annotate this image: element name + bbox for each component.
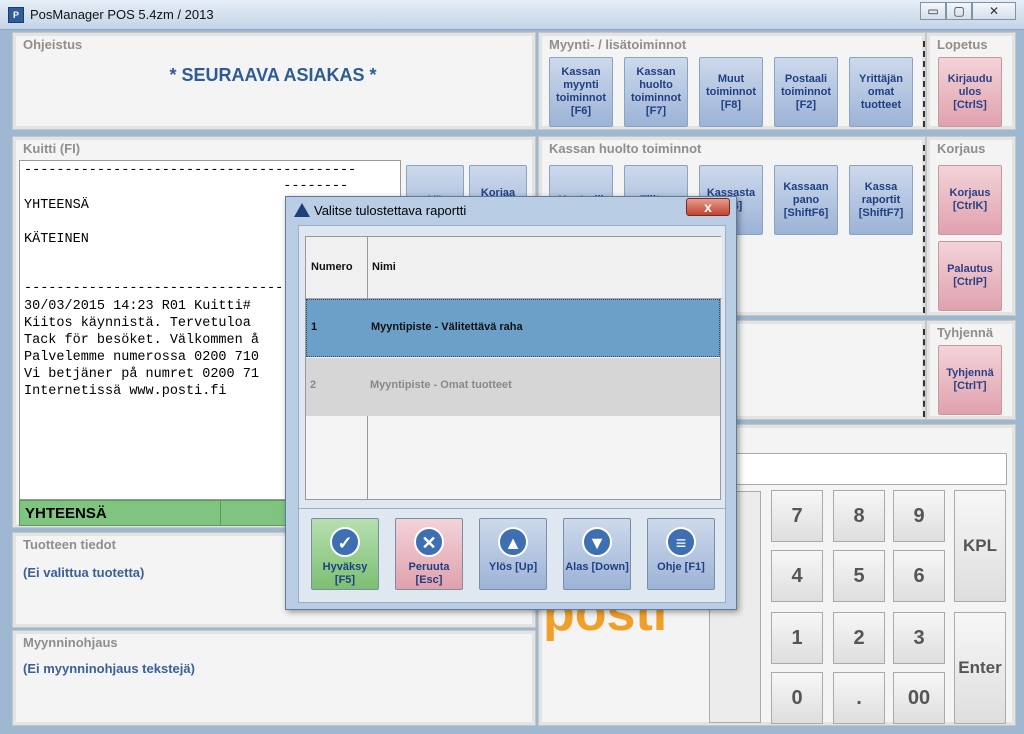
- receipt-line: Tack för besöket. Välkommen å: [24, 333, 259, 348]
- up-label: Ylös [Up]: [488, 561, 538, 573]
- logout-title: Lopetus: [937, 37, 988, 52]
- sales-title: Myynti- / lisätoiminnot: [549, 37, 687, 52]
- warning-icon: [294, 203, 310, 217]
- key-8[interactable]: 8: [833, 490, 885, 542]
- app-icon: P: [8, 7, 24, 23]
- column-divider: [367, 416, 368, 499]
- product-title: Tuotteen tiedot: [23, 537, 116, 552]
- divider: [923, 145, 925, 313]
- accept-button[interactable]: ✓ Hyväksy [F5]: [311, 518, 379, 590]
- receipt-line: ----------------------------------------…: [24, 163, 357, 178]
- clear-title: Tyhjennä: [937, 325, 994, 340]
- down-label: Alas [Down]: [565, 561, 629, 573]
- product-text: (Ei valittua tuotetta): [23, 565, 145, 580]
- own-products-button[interactable]: Yrittäjän omat tuotteet: [849, 57, 913, 127]
- logout-panel: Lopetus Kirjaudu ulos [CtrlS]: [926, 32, 1016, 130]
- divider: [923, 329, 925, 417]
- key-0[interactable]: 0: [771, 672, 823, 724]
- receipt-line: Kiitos käynnistä. Tervetuloa: [24, 316, 251, 331]
- postal-functions-button[interactable]: Postaali toiminnot [F2]: [774, 57, 838, 127]
- guide-message: * SEURAAVA ASIAKAS *: [169, 65, 377, 85]
- enter-button[interactable]: Enter: [954, 612, 1006, 724]
- column-header-name: Nimi: [372, 261, 396, 273]
- key-00[interactable]: 00: [893, 672, 945, 724]
- key-9[interactable]: 9: [893, 490, 945, 542]
- close-window-button[interactable]: ✕: [972, 2, 1016, 20]
- cancel-button[interactable]: ✕ Peruuta [Esc]: [395, 518, 463, 590]
- kpl-button[interactable]: KPL: [954, 490, 1006, 602]
- table-header: Numero Nimi: [306, 237, 722, 299]
- table-row[interactable]: 2 Myyntipiste - Omat tuotteet: [306, 358, 720, 416]
- key-2[interactable]: 2: [833, 612, 885, 664]
- receipt-line: 30/03/2015 14:23 R01 Kuitti#: [24, 299, 251, 314]
- logout-button[interactable]: Kirjaudu ulos [CtrlS]: [938, 57, 1002, 127]
- salesguide-title: Myynninohjaus: [23, 635, 118, 650]
- window-title: PosManager POS 5.4zm / 2013: [30, 7, 214, 22]
- checkmark-icon: ✓: [330, 527, 360, 557]
- row-number: 1: [311, 321, 318, 333]
- dialog-title: Valitse tulostettava raportti: [314, 203, 467, 218]
- cash-reports-button[interactable]: Kassa raportit [ShiftF7]: [849, 165, 913, 235]
- row-name: Myyntipiste - Omat tuotteet: [370, 379, 512, 391]
- report-dialog: Valitse tulostettava raportti x Numero N…: [285, 196, 737, 610]
- minimize-button[interactable]: ▭: [920, 2, 946, 20]
- help-book-icon: ≡: [666, 527, 696, 557]
- arrow-down-icon: ▼: [582, 527, 612, 557]
- accept-label: Hyväksy [F5]: [322, 561, 368, 586]
- up-button[interactable]: ▲ Ylös [Up]: [479, 518, 547, 590]
- maximize-button[interactable]: ▢: [946, 2, 972, 20]
- receipt-line: KÄTEINEN: [24, 232, 89, 247]
- key-5[interactable]: 5: [833, 550, 885, 602]
- total-label: YHTEENSÄ: [25, 505, 107, 522]
- receipt-line: Palvelemme numerossa 0200 710: [24, 350, 259, 365]
- key-1[interactable]: 1: [771, 612, 823, 664]
- sales-panel: Myynti- / lisätoiminnot Kassan myynti to…: [538, 32, 926, 130]
- down-button[interactable]: ▼ Alas [Down]: [563, 518, 631, 590]
- receipt-title: Kuitti (FI): [23, 141, 81, 156]
- other-functions-button[interactable]: Muut toiminnot [F8]: [699, 57, 763, 127]
- return-button[interactable]: Palautus [CtrlP]: [938, 241, 1002, 311]
- correction-panel: Korjaus Korjaus [CtrlK] Palautus [CtrlP]: [926, 136, 1016, 316]
- maintenance-menu-button[interactable]: Kassan huolto toiminnot [F7]: [624, 57, 688, 127]
- cash-in-button[interactable]: Kassaan pano [ShiftF6]: [774, 165, 838, 235]
- divider: [220, 501, 221, 525]
- column-header-number: Numero: [311, 261, 353, 273]
- dialog-body: Numero Nimi 1 Myyntipiste - Välitettävä …: [298, 225, 726, 603]
- dialog-close-button[interactable]: x: [686, 198, 730, 216]
- receipt-line: YHTEENSÄ: [24, 198, 89, 213]
- row-name: Myyntipiste - Välitettävä raha: [371, 321, 523, 333]
- key-7[interactable]: 7: [771, 490, 823, 542]
- salesguide-text: (Ei myynninohjaus tekstejä): [23, 661, 195, 676]
- divider: [923, 41, 925, 127]
- maintenance-title: Kassan huolto toiminnot: [549, 141, 702, 156]
- sales-button[interactable]: Kassan myynti toiminnot [F6]: [549, 57, 613, 127]
- correction-title: Korjaus: [937, 141, 986, 156]
- clear-panel: Tyhjennä Tyhjennä [CtrlT]: [926, 320, 1016, 420]
- key-4[interactable]: 4: [771, 550, 823, 602]
- cancel-icon: ✕: [414, 527, 444, 557]
- amount-input[interactable]: [729, 453, 1007, 485]
- key-6[interactable]: 6: [893, 550, 945, 602]
- cancel-label: Peruuta [Esc]: [408, 561, 450, 586]
- guide-panel: Ohjeistus * SEURAAVA ASIAKAS *: [12, 32, 536, 130]
- report-table: Numero Nimi 1 Myyntipiste - Välitettävä …: [305, 236, 722, 500]
- receipt-line: Internetissä www.posti.fi: [24, 384, 227, 399]
- help-label: Ohje [F1]: [657, 561, 705, 573]
- salesguide-panel: Myynninohjaus (Ei myynninohjaus tekstejä…: [12, 630, 536, 726]
- clear-button[interactable]: Tyhjennä [CtrlT]: [938, 345, 1002, 415]
- row-number: 2: [310, 379, 317, 391]
- receipt-line: Vi betjäner på numret 0200 71: [24, 367, 259, 382]
- divider: [299, 508, 725, 509]
- key-decimal[interactable]: .: [833, 672, 885, 724]
- guide-title: Ohjeistus: [23, 37, 83, 52]
- key-3[interactable]: 3: [893, 612, 945, 664]
- table-row[interactable]: 1 Myyntipiste - Välitettävä raha: [306, 299, 720, 357]
- receipt-line: --------: [24, 179, 349, 194]
- window-titlebar: P PosManager POS 5.4zm / 2013 ▭ ▢ ✕: [0, 0, 1024, 30]
- correction-button[interactable]: Korjaus [CtrlK]: [938, 165, 1002, 235]
- arrow-up-icon: ▲: [498, 527, 528, 557]
- help-button[interactable]: ≡ Ohje [F1]: [647, 518, 715, 590]
- total-bar: YHTEENSÄ: [19, 500, 289, 526]
